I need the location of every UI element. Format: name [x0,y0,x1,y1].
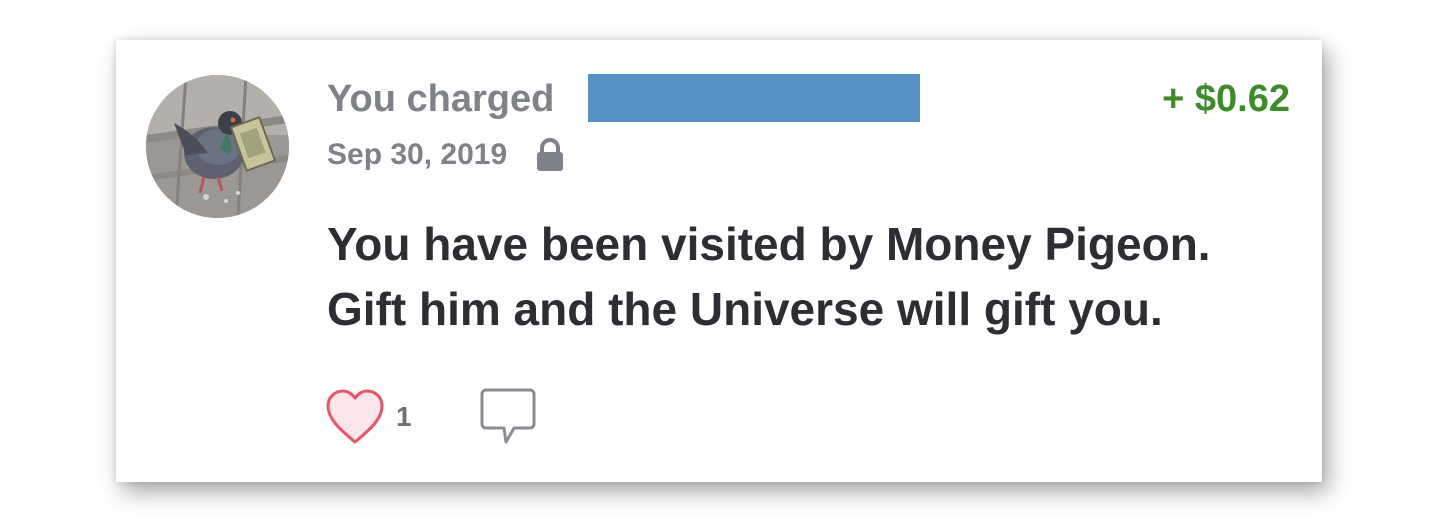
heart-icon[interactable] [324,388,386,446]
pigeon-avatar-image [146,75,289,218]
lock-icon[interactable] [535,138,565,172]
header-prefix: You charged [327,78,555,120]
action-bar: 1 [324,386,538,448]
message-line-1: You have been visited by Money Pigeon. [327,218,1211,270]
redacted-recipient [588,74,920,122]
comment-bubble-icon[interactable] [478,386,538,448]
message-line-2: Gift him and the Universe will gift you. [327,283,1163,335]
transaction-date: Sep 30, 2019 [327,138,508,171]
like-count: 1 [396,401,412,432]
transaction-amount: + $0.62 [1162,78,1290,120]
avatar[interactable] [146,75,289,218]
transaction-message: You have been visited by Money Pigeon. G… [327,212,1307,342]
transaction-header: You charged [327,78,554,121]
transaction-card: You charged + $0.62 Sep 30, 2019 You hav… [116,40,1322,482]
date-row: Sep 30, 2019 [327,138,565,172]
